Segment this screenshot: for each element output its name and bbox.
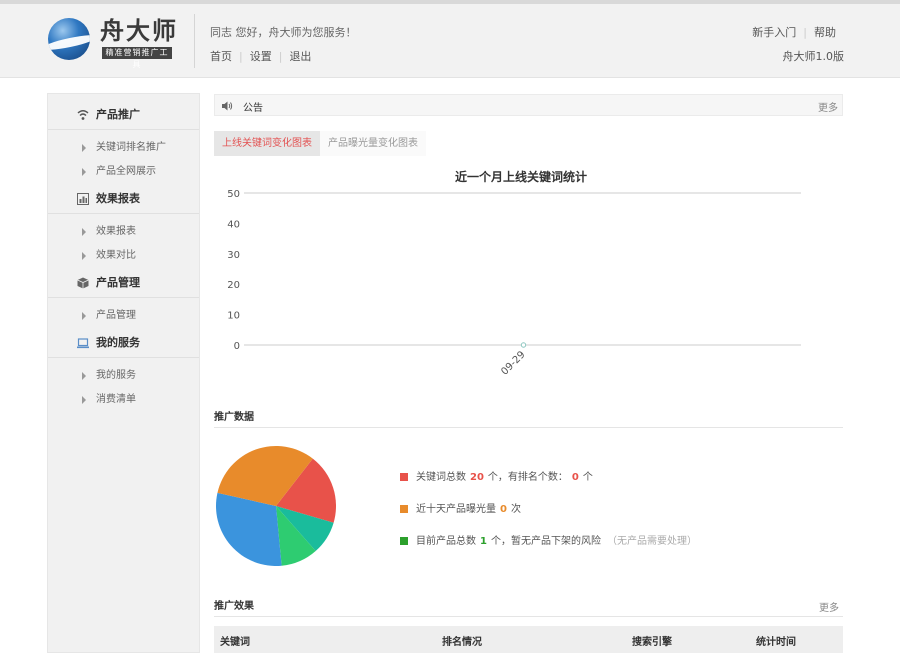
sidebar-section-label: 产品管理 xyxy=(96,276,140,289)
sidebar-section-reports[interactable]: 效果报表 xyxy=(48,184,199,214)
sidebar-section-promotion[interactable]: 产品推广 xyxy=(48,100,199,130)
cube-icon xyxy=(77,277,89,289)
y-tick-label: 0 xyxy=(234,341,240,352)
effect-table-header: 关键词 排名情况 搜索引擎 统计时间 xyxy=(214,626,843,653)
data-point[interactable] xyxy=(520,342,527,348)
pie-svg xyxy=(216,446,336,566)
logo-title: 舟大师 xyxy=(100,17,178,45)
promo-data-title: 推广数据 xyxy=(214,408,843,428)
keyword-count: 20 xyxy=(470,472,484,483)
sidebar: 产品推广 关键词排名推广 产品全网展示 效果报表 效果报表 效果对比 产品管理 … xyxy=(47,93,200,653)
logo-subtitle: 精准营销推广工具 xyxy=(102,47,172,69)
sidebar-item-product-manage[interactable]: 产品管理 xyxy=(48,304,199,328)
effect-more-link[interactable]: 更多 xyxy=(819,599,839,614)
version-text: 舟大师1.0版 xyxy=(782,50,845,63)
header-divider xyxy=(194,14,195,68)
help-links: 新手入门 | 帮助 xyxy=(752,26,836,39)
tab-keyword-chart[interactable]: 上线关键词变化图表 xyxy=(214,131,320,156)
col-rank: 排名情况 xyxy=(442,637,482,648)
sidebar-section-products[interactable]: 产品管理 xyxy=(48,268,199,298)
header: 舟大师 精准营销推广工具 同志 您好，舟大师为您服务！ 首页 | 设置 | 退出 新手入… xyxy=(0,0,900,78)
wifi-icon xyxy=(77,110,89,120)
notice-bar: 公告 更多 xyxy=(214,94,843,116)
line-chart-svg: 近一个月上线关键词统计 50 40 30 20 10 0 09-29 xyxy=(227,169,801,378)
y-tick-label: 30 xyxy=(227,250,240,261)
speaker-icon xyxy=(222,101,233,111)
sidebar-section-services[interactable]: 我的服务 xyxy=(48,328,199,358)
legend-swatch xyxy=(400,473,408,481)
sidebar-item-keyword-rank[interactable]: 关键词排名推广 xyxy=(48,136,199,160)
product-count: 1 xyxy=(480,536,487,547)
sidebar-item-compare[interactable]: 效果对比 xyxy=(48,244,199,268)
logo[interactable]: 舟大师 精准营销推广工具 xyxy=(48,16,178,69)
promo-pie-chart xyxy=(214,444,339,569)
nav-logout-link[interactable]: 退出 xyxy=(289,50,311,63)
nav-settings-link[interactable]: 设置 xyxy=(250,50,272,63)
legend-swatch xyxy=(400,505,408,513)
beginner-guide-link[interactable]: 新手入门 xyxy=(752,26,796,39)
legend-keywords: 关键词总数 20 个，有排名个数： 0 个 xyxy=(400,468,593,483)
chart-icon xyxy=(77,193,89,205)
y-tick-label: 50 xyxy=(227,189,240,200)
chart-tabs: 上线关键词变化图表 产品曝光量变化图表 xyxy=(214,131,426,156)
x-tick-label: 09-29 xyxy=(499,349,527,377)
chart-title: 近一个月上线关键词统计 xyxy=(455,169,587,184)
top-nav: 首页 | 设置 | 退出 xyxy=(210,50,312,63)
nav-home-link[interactable]: 首页 xyxy=(210,50,232,63)
sidebar-section-label: 产品推广 xyxy=(96,108,140,121)
col-keyword: 关键词 xyxy=(220,637,250,648)
welcome-text: 同志 您好，舟大师为您服务！ xyxy=(210,26,357,39)
tab-exposure-chart[interactable]: 产品曝光量变化图表 xyxy=(320,131,426,156)
y-tick-label: 10 xyxy=(227,311,240,322)
col-engine: 搜索引擎 xyxy=(632,637,672,648)
sidebar-item-my-service[interactable]: 我的服务 xyxy=(48,364,199,388)
col-time: 统计时间 xyxy=(756,637,796,648)
keyword-line-chart: 近一个月上线关键词统计 50 40 30 20 10 0 09-29 xyxy=(214,160,843,390)
sidebar-item-billing[interactable]: 消费清单 xyxy=(48,388,199,412)
y-tick-label: 20 xyxy=(227,280,240,291)
sidebar-section-label: 效果报表 xyxy=(96,192,140,205)
legend-exposure: 近十天产品曝光量 0 次 xyxy=(400,500,521,515)
promo-effect-title: 推广效果 更多 xyxy=(214,597,843,617)
logo-globe-icon xyxy=(48,18,90,60)
legend-products: 目前产品总数 1 个，暂无产品下架的风险 （无产品需要处理） xyxy=(400,532,697,547)
notice-more-link[interactable]: 更多 xyxy=(818,99,838,114)
product-note: （无产品需要处理） xyxy=(606,536,697,547)
sidebar-item-product-display[interactable]: 产品全网展示 xyxy=(48,160,199,184)
sidebar-item-report[interactable]: 效果报表 xyxy=(48,220,199,244)
notice-label: 公告 xyxy=(243,103,263,114)
help-link[interactable]: 帮助 xyxy=(814,26,836,39)
y-tick-label: 40 xyxy=(227,219,240,230)
legend-swatch xyxy=(400,537,408,545)
laptop-icon xyxy=(77,338,89,349)
ranked-count: 0 xyxy=(571,472,579,483)
sidebar-section-label: 我的服务 xyxy=(96,336,140,349)
exposure-count: 0 xyxy=(500,504,507,515)
